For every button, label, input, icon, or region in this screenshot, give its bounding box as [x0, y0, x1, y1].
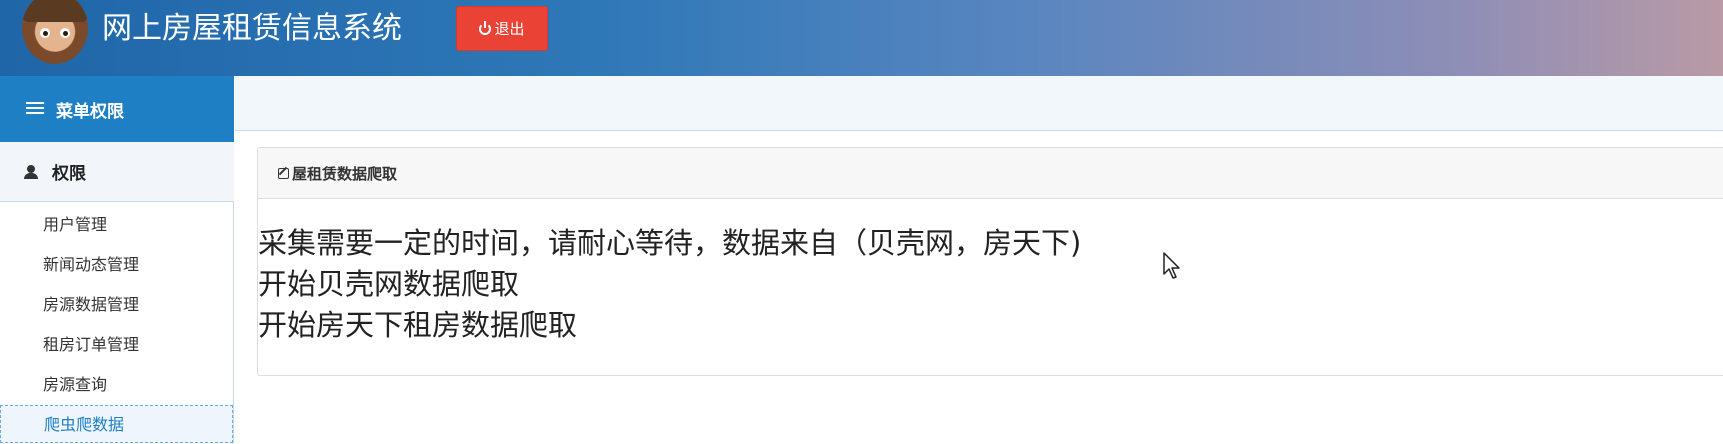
menu-header-label: 菜单权限 — [56, 101, 124, 122]
avatar — [22, 0, 88, 64]
group-label: 权限 — [52, 164, 86, 184]
logout-button[interactable]: 退出 — [456, 6, 548, 51]
panel-body: 采集需要一定的时间，请耐心等待，数据来自（贝壳网，房天下) 开始贝壳网数据爬取 … — [258, 199, 1723, 346]
content-topbar — [235, 76, 1723, 131]
crawl-panel: 屋租赁数据爬取 采集需要一定的时间，请耐心等待，数据来自（贝壳网，房天下) 开始… — [257, 147, 1723, 376]
sidebar-item-order-management[interactable]: 租房订单管理 — [0, 326, 233, 364]
sidebar: 菜单权限 权限 用户管理 新闻动态管理 房源数据管理 租房订单管理 房源查询 爬… — [0, 76, 234, 443]
sidebar-item-crawler[interactable]: 爬虫爬数据 — [0, 405, 233, 443]
logout-label: 退出 — [494, 20, 525, 38]
list-icon — [26, 102, 44, 116]
sidebar-item-listing-search[interactable]: 房源查询 — [0, 366, 233, 404]
edit-icon — [278, 167, 289, 179]
panel-header: 屋租赁数据爬取 — [258, 148, 1723, 199]
sidebar-group-permissions[interactable]: 权限 — [0, 142, 234, 202]
status-message: 采集需要一定的时间，请耐心等待，数据来自（贝壳网，房天下) — [258, 226, 1082, 260]
mouse-cursor-icon — [1163, 252, 1180, 279]
status-message: 开始房天下租房数据爬取 — [258, 308, 578, 342]
status-message: 开始贝壳网数据爬取 — [258, 267, 520, 301]
app-title: 网上房屋租赁信息系统 — [102, 11, 402, 46]
sidebar-item-news-management[interactable]: 新闻动态管理 — [0, 246, 233, 284]
app-header: 网上房屋租赁信息系统 退出 — [0, 0, 1723, 76]
power-icon — [479, 20, 492, 35]
panel-title: 屋租赁数据爬取 — [292, 164, 398, 183]
menu-header[interactable]: 菜单权限 — [0, 76, 234, 142]
user-icon — [24, 164, 38, 179]
sidebar-item-user-management[interactable]: 用户管理 — [0, 206, 233, 244]
sidebar-item-listing-management[interactable]: 房源数据管理 — [0, 286, 233, 324]
